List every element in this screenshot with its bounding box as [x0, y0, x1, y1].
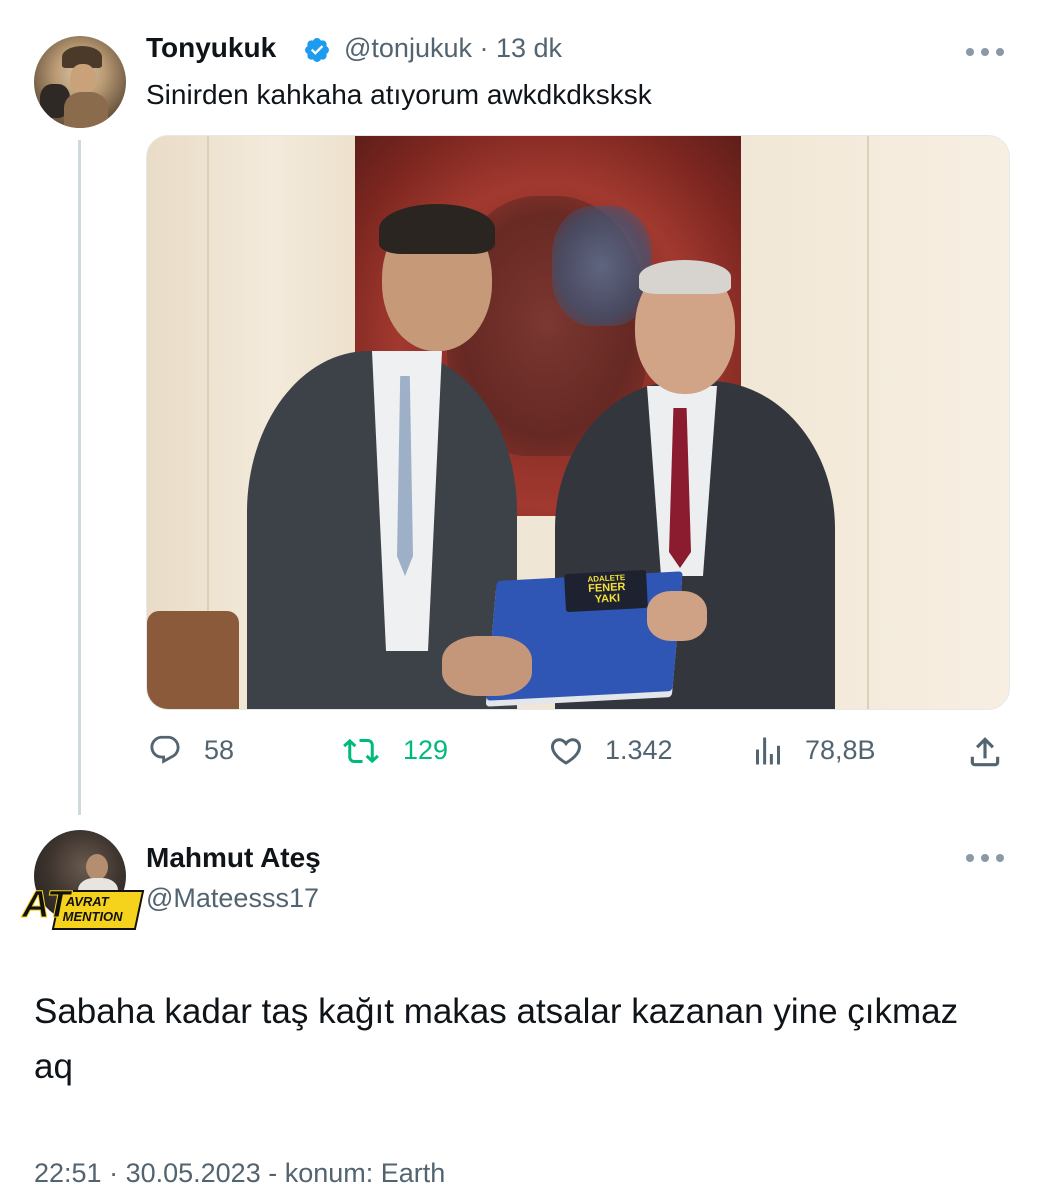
thread-line	[78, 140, 81, 815]
share-icon	[970, 737, 1000, 767]
views-button[interactable]: 78,8B	[750, 725, 900, 775]
retweet-icon	[343, 738, 379, 764]
tweet-meta: 22:51 · 30.05.2023 - konum: Earth	[34, 1158, 445, 1189]
more-icon[interactable]	[966, 46, 1006, 58]
author-avatar[interactable]	[34, 36, 126, 128]
photo-hand-right	[647, 591, 707, 641]
reply-time[interactable]: 22:51	[34, 1158, 102, 1188]
logo-line-2: MENTION	[62, 909, 123, 924]
photo-hair-left	[379, 204, 495, 254]
reply-author-name[interactable]: Mahmut Ateş	[146, 842, 321, 874]
more-icon[interactable]	[966, 852, 1006, 864]
avatar-face	[70, 64, 96, 94]
author-handle[interactable]: @tonjukuk	[344, 33, 472, 63]
meta-separator: ·	[101, 1158, 126, 1188]
retweet-button[interactable]: 129	[343, 725, 483, 775]
author-handle-line: @tonjukuk · 13 dk	[344, 33, 562, 64]
logo-at: AT	[22, 884, 71, 927]
author-name[interactable]: Tonyukuk	[146, 32, 276, 64]
logo-line-1: AVRAT	[65, 894, 109, 909]
photo-panel-line	[867, 136, 869, 709]
like-button[interactable]: 1.342	[548, 725, 698, 775]
avatar-logo-badge: AVRAT MENTION AT	[22, 882, 145, 932]
reply-author-handle[interactable]: @Mateesss17	[146, 883, 319, 914]
tweet-actions: 58 129 1.342 78,8B	[0, 725, 1042, 775]
meta-separator: -	[260, 1158, 285, 1188]
photo-hair-right	[639, 260, 731, 294]
reply-text: Sabaha kadar taş kağıt makas atsalar kaz…	[34, 992, 959, 1086]
retweet-count: 129	[403, 735, 449, 765]
tweet-text: Sinirden kahkaha atıyorum awkdkdksksk	[146, 79, 652, 110]
photo-hand-left	[442, 636, 532, 696]
tweet-time[interactable]: 13 dk	[496, 33, 562, 63]
views-icon	[756, 737, 780, 765]
photo-cd-text: ADALETE FENER YAKI	[570, 572, 644, 607]
reply-count: 58	[204, 735, 235, 765]
photo-cd-case: ADALETE FENER YAKI	[564, 569, 648, 613]
verified-badge-icon	[305, 38, 329, 62]
time-separator: ·	[471, 33, 496, 63]
avatar-person-head	[86, 854, 108, 880]
cd-line-3: YAKI	[594, 592, 621, 606]
like-icon	[550, 738, 582, 765]
share-button[interactable]	[964, 725, 1008, 775]
reply-location: konum: Earth	[284, 1158, 446, 1188]
views-count: 78,8B	[805, 735, 876, 765]
like-count: 1.342	[605, 735, 673, 765]
reply-button[interactable]: 58	[148, 725, 258, 775]
tweet-photo[interactable]: ADALETE FENER YAKI	[146, 135, 1010, 710]
avatar-body	[64, 92, 108, 128]
photo-chair	[147, 611, 239, 709]
reply-icon	[150, 735, 180, 764]
reply-date[interactable]: 30.05.2023	[126, 1158, 261, 1188]
